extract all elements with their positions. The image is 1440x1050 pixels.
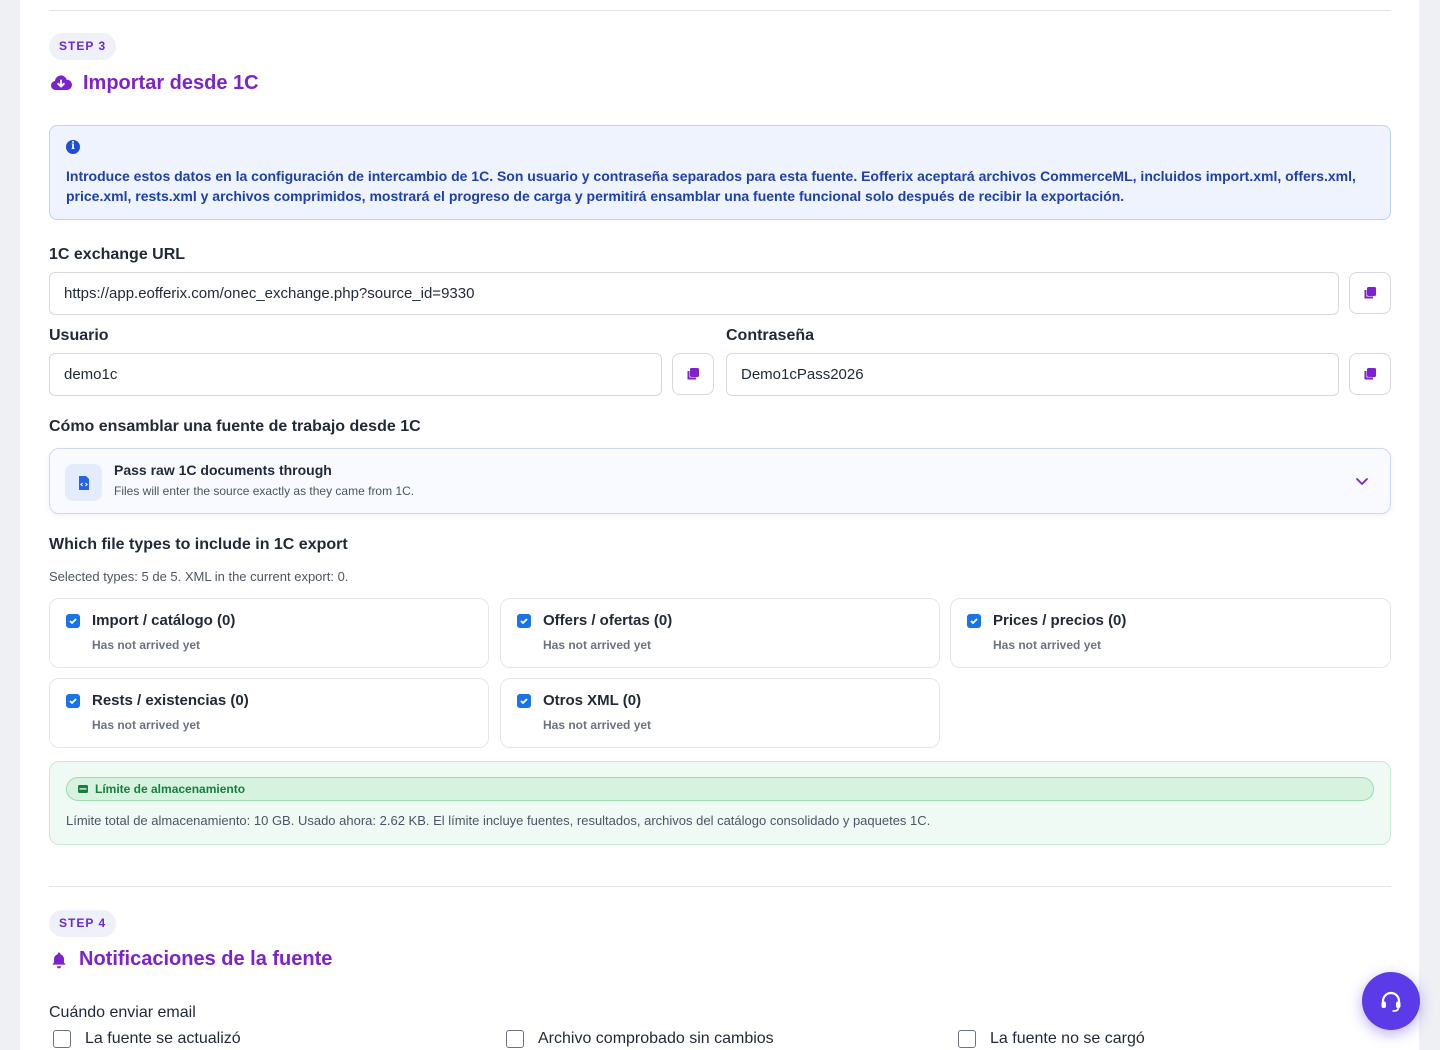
support-chat-button[interactable] bbox=[1362, 972, 1420, 1030]
filetype-status: Has not arrived yet bbox=[543, 638, 652, 652]
filetype-card[interactable]: Otros XML (0) Has not arrived yet bbox=[500, 678, 940, 748]
filetype-title: Prices / precios (0) bbox=[993, 612, 1127, 629]
filetype-title: Otros XML (0) bbox=[543, 692, 642, 709]
filetype-card[interactable]: Import / catálogo (0) Has not arrived ye… bbox=[49, 598, 489, 668]
storage-icon bbox=[78, 785, 88, 793]
filetype-status: Has not arrived yet bbox=[993, 638, 1102, 652]
copy-user-button[interactable] bbox=[672, 353, 714, 395]
email-label: Cuándo enviar email bbox=[49, 1004, 196, 1021]
cloud-download-icon bbox=[50, 75, 73, 90]
select-title: Pass raw 1C documents through bbox=[114, 462, 332, 478]
user-field[interactable]: demo1c bbox=[49, 353, 662, 396]
check-icon bbox=[520, 618, 528, 625]
exchange-url-label: 1C exchange URL bbox=[49, 246, 186, 263]
section-title: Notificaciones de la fuente bbox=[49, 948, 332, 971]
checkbox[interactable] bbox=[958, 1030, 976, 1048]
storage-title: Límite de almacenamiento bbox=[95, 782, 246, 796]
section-title: Importar desde 1C bbox=[49, 71, 259, 95]
notify-option-label: La fuente se actualizó bbox=[85, 1030, 241, 1047]
notify-option[interactable]: La fuente no se cargó bbox=[958, 1030, 1145, 1048]
checkbox[interactable] bbox=[967, 614, 981, 628]
check-icon bbox=[69, 698, 77, 705]
checkbox[interactable] bbox=[66, 614, 80, 628]
checkbox[interactable] bbox=[517, 614, 531, 628]
chevron-down-icon bbox=[1356, 478, 1368, 485]
notify-option-label: Archivo comprobado sin cambios bbox=[538, 1030, 774, 1047]
code-file-icon bbox=[65, 464, 102, 501]
copy-icon bbox=[1364, 287, 1376, 299]
storage-text: Límite total de almacenamiento: 10 GB. U… bbox=[66, 813, 931, 828]
filetype-card[interactable]: Offers / ofertas (0) Has not arrived yet bbox=[500, 598, 940, 668]
checkbox[interactable] bbox=[517, 694, 531, 708]
check-icon bbox=[970, 618, 978, 625]
assemble-label: Cómo ensamblar una fuente de trabajo des… bbox=[49, 418, 421, 435]
filetype-status: Has not arrived yet bbox=[543, 718, 652, 732]
filetypes-summary: Selected types: 5 de 5. XML in the curre… bbox=[49, 569, 349, 584]
copy-url-button[interactable] bbox=[1349, 272, 1391, 314]
step-badge: STEP 4 bbox=[49, 910, 117, 937]
check-icon bbox=[520, 698, 528, 705]
section-divider bbox=[49, 886, 1391, 887]
notify-option[interactable]: La fuente se actualizó bbox=[53, 1030, 241, 1048]
checkbox[interactable] bbox=[66, 694, 80, 708]
storage-badge: Límite de almacenamiento bbox=[66, 777, 1374, 801]
assemble-mode-select[interactable]: Pass raw 1C documents through Files will… bbox=[49, 448, 1391, 514]
headset-icon bbox=[1381, 991, 1401, 1012]
filetype-status: Has not arrived yet bbox=[92, 638, 201, 652]
copy-icon bbox=[1364, 368, 1376, 380]
notify-option-label: La fuente no se cargó bbox=[990, 1030, 1145, 1047]
section-title-text: Notificaciones de la fuente bbox=[79, 948, 333, 970]
section-divider bbox=[49, 10, 1391, 11]
filetype-title: Import / catálogo (0) bbox=[92, 612, 236, 629]
main-card: STEP 3 Importar desde 1C i Introduce est… bbox=[20, 0, 1419, 1050]
copy-icon bbox=[687, 368, 699, 380]
storage-limit-box: Límite de almacenamiento Límite total de… bbox=[49, 761, 1391, 845]
filetype-card[interactable]: Prices / precios (0) Has not arrived yet bbox=[950, 598, 1391, 668]
exchange-url-field[interactable]: https://app.eofferix.com/onec_exchange.p… bbox=[49, 272, 1339, 315]
filetype-title: Rests / existencias (0) bbox=[92, 692, 249, 709]
step-badge: STEP 3 bbox=[49, 33, 117, 60]
select-subtitle: Files will enter the source exactly as t… bbox=[114, 484, 415, 498]
checkbox[interactable] bbox=[53, 1030, 71, 1048]
info-text: Introduce estos datos en la configuració… bbox=[66, 168, 1356, 204]
notify-option[interactable]: Archivo comprobado sin cambios bbox=[506, 1030, 774, 1048]
filetype-title: Offers / ofertas (0) bbox=[543, 612, 673, 629]
filetypes-label: Which file types to include in 1C export bbox=[49, 536, 348, 553]
info-box: i Introduce estos datos en la configurac… bbox=[49, 125, 1391, 220]
password-field[interactable]: Demo1cPass2026 bbox=[726, 353, 1339, 396]
info-icon: i bbox=[66, 140, 80, 154]
filetype-status: Has not arrived yet bbox=[92, 718, 201, 732]
section-title-text: Importar desde 1C bbox=[83, 71, 259, 94]
checkbox[interactable] bbox=[506, 1030, 524, 1048]
bell-icon bbox=[52, 952, 66, 968]
copy-password-button[interactable] bbox=[1349, 353, 1391, 395]
filetype-card[interactable]: Rests / existencias (0) Has not arrived … bbox=[49, 678, 489, 748]
check-icon bbox=[69, 618, 77, 625]
user-label: Usuario bbox=[49, 327, 109, 344]
password-label: Contraseña bbox=[726, 327, 815, 344]
